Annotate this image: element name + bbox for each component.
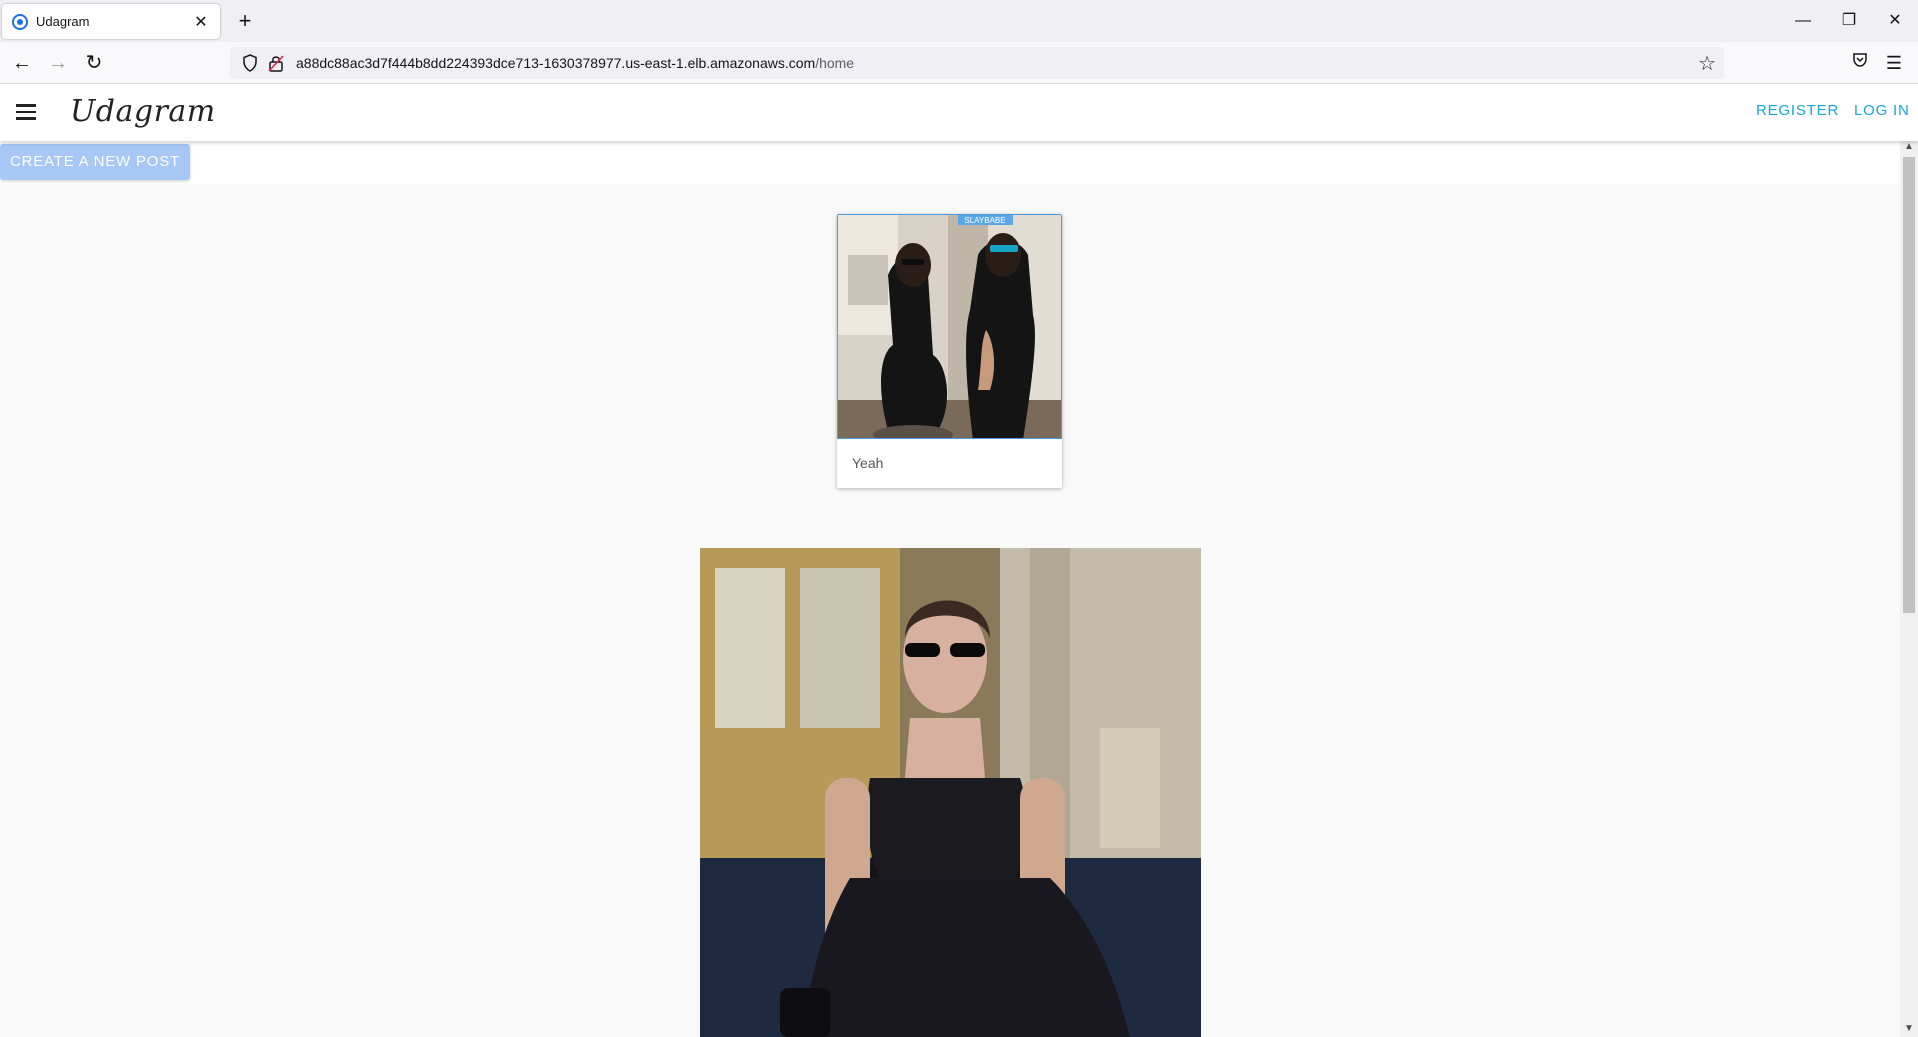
- scroll-thumb[interactable]: [1903, 157, 1915, 613]
- browser-tab[interactable]: Udagram ✕: [2, 4, 220, 39]
- app-toolbar: Udagram REGISTER LOG IN: [0, 84, 1918, 141]
- page-scrollbar[interactable]: ▲ ▼: [1900, 141, 1918, 1037]
- shield-icon[interactable]: [242, 54, 258, 72]
- new-tab-button[interactable]: +: [232, 8, 258, 34]
- scroll-down-icon[interactable]: ▼: [1900, 1023, 1918, 1037]
- register-button[interactable]: REGISTER: [1756, 102, 1839, 119]
- tab-title: Udagram: [36, 14, 90, 29]
- restore-icon[interactable]: ❐: [1826, 8, 1872, 34]
- insecure-lock-icon[interactable]: [268, 54, 284, 72]
- browser-tab-strip: Udagram ✕ + — ❐ ✕: [0, 0, 1918, 42]
- close-tab-icon[interactable]: ✕: [192, 12, 210, 32]
- address-bar[interactable]: a88dc88ac3d7f444b8dd224393dce713-1630378…: [230, 47, 1724, 79]
- post-image: SLAYBABE: [837, 214, 1062, 439]
- scroll-up-icon[interactable]: ▲: [1900, 141, 1918, 155]
- login-button[interactable]: LOG IN: [1854, 102, 1910, 119]
- hamburger-menu-icon[interactable]: ☰: [1880, 49, 1908, 77]
- url-host: a88dc88ac3d7f444b8dd224393dce713-1630378…: [296, 55, 816, 71]
- menu-icon[interactable]: [14, 100, 38, 124]
- browser-nav-bar: ← → ↻ a88dc88ac3d7f444b8dd224393dce713-1…: [0, 42, 1918, 84]
- create-post-bar: CREATE A NEW POST: [0, 141, 1900, 184]
- star-icon[interactable]: ☆: [1698, 51, 1716, 76]
- reload-icon[interactable]: ↻: [80, 49, 108, 77]
- pocket-icon[interactable]: [1846, 49, 1874, 77]
- forward-arrow-icon[interactable]: →: [44, 49, 72, 77]
- feed-card: SLAYBABE Yeah: [837, 214, 1062, 488]
- create-post-button[interactable]: CREATE A NEW POST: [0, 144, 190, 180]
- url-path: /home: [815, 55, 855, 71]
- back-arrow-icon[interactable]: ←: [8, 49, 36, 77]
- brand-logo[interactable]: Udagram: [70, 94, 216, 129]
- post-caption: Yeah: [852, 455, 884, 471]
- feed-card: [700, 548, 1201, 1037]
- post-image: [700, 548, 1201, 1037]
- minimize-icon[interactable]: —: [1780, 8, 1826, 34]
- image-watermark: SLAYBABE: [964, 216, 1005, 225]
- close-window-icon[interactable]: ✕: [1872, 8, 1918, 34]
- url-text[interactable]: a88dc88ac3d7f444b8dd224393dce713-1630378…: [296, 55, 854, 71]
- favicon-icon: [12, 13, 28, 30]
